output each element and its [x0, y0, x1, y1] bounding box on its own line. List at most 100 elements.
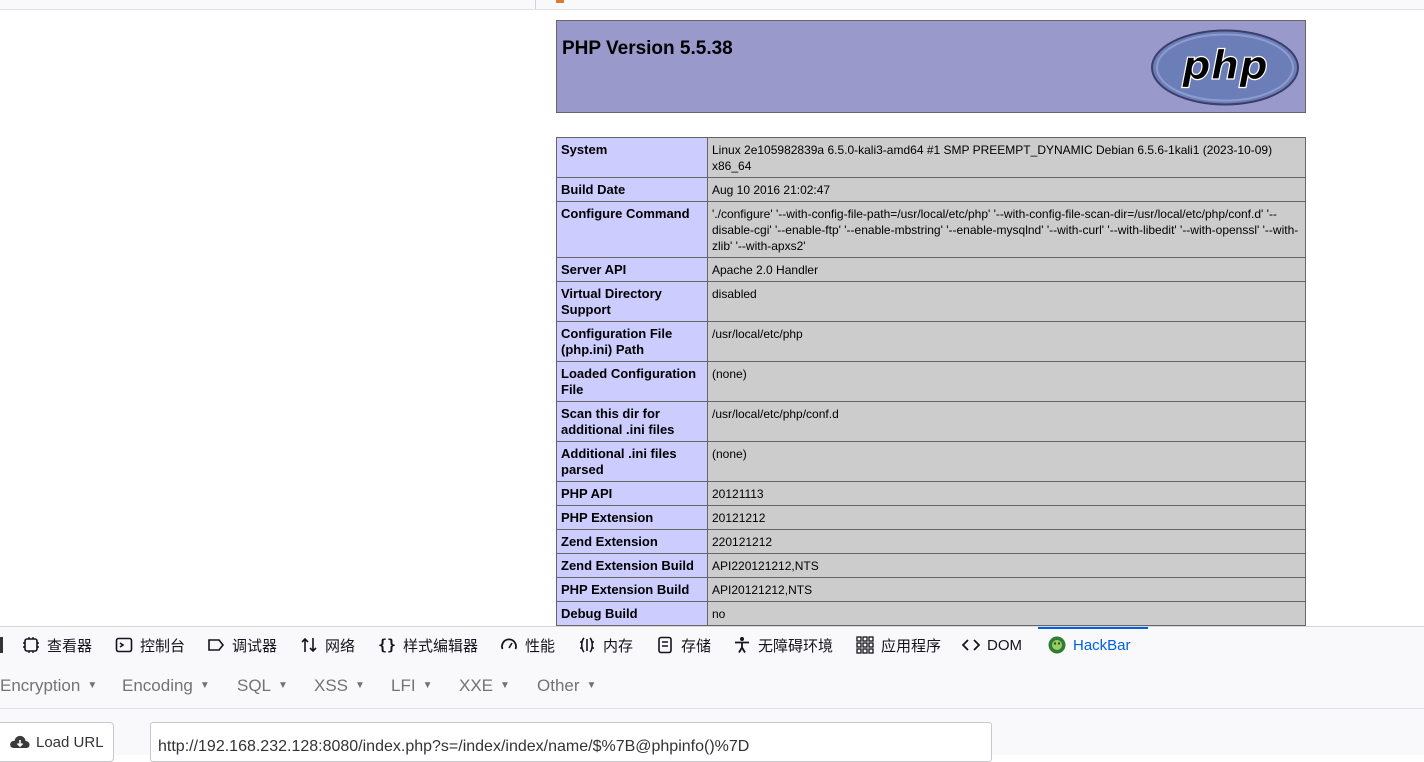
devtools-tab-label: 内存	[603, 637, 634, 655]
info-value: Aug 10 2016 21:02:47	[707, 177, 1306, 202]
info-row: PHP API 20121113	[556, 481, 1306, 506]
devtools-tab-label: 性能	[525, 637, 556, 655]
hackbar-menu-xxe[interactable]: XXE ▼	[459, 663, 510, 708]
devtools-tab-label: 调试器	[232, 637, 278, 655]
info-row: Zend Extension Build API220121212,NTS	[556, 553, 1306, 578]
hackbar-menu-lfi[interactable]: LFI ▼	[391, 663, 432, 708]
info-key: Server API	[556, 257, 708, 282]
performance-icon	[501, 638, 517, 650]
devtools-tab-bar: 查看器 控制台 调试器 网络 {} 样式编辑器 性能 内存 存储 无障碍环境 应用程序 DOM Hack…	[0, 626, 1424, 664]
hackbar-menu-xss[interactable]: XSS ▼	[314, 663, 365, 708]
php-version-title: PHP Version 5.5.38	[562, 38, 733, 59]
memory-icon	[580, 637, 594, 653]
hackbar-menu-label: LFI	[391, 675, 416, 695]
devtools-tab-8[interactable]: 存储	[656, 627, 721, 663]
devtools-tab-9[interactable]: 无障碍环境	[733, 627, 843, 663]
info-key: Configuration File (php.ini) Path	[556, 321, 708, 362]
hackbar-menu-encoding[interactable]: Encoding ▼	[122, 663, 210, 708]
console-icon	[115, 637, 133, 653]
info-value: Apache 2.0 Handler	[707, 257, 1306, 282]
devtools-tab-label: 存储	[681, 637, 712, 655]
hackbar-menu-label: Other	[537, 675, 580, 695]
info-row: Additional .ini files parsed (none)	[556, 441, 1306, 482]
info-value: API220121212,NTS	[707, 553, 1306, 578]
info-value: (none)	[707, 361, 1306, 402]
style-editor-icon: {}	[378, 636, 396, 654]
hackbar-icon	[1048, 636, 1066, 654]
info-value: API20121212,NTS	[707, 577, 1306, 602]
caret-down-icon: ▼	[500, 680, 510, 691]
devtools-tab-5[interactable]: {} 样式编辑器	[378, 627, 488, 663]
devtools-edge-marker	[0, 637, 3, 653]
info-key: PHP Extension Build	[556, 577, 708, 602]
info-key: Debug Build	[556, 601, 708, 626]
devtools-tab-label: 无障碍环境	[758, 637, 834, 655]
devtools-tab-label: 查看器	[47, 637, 93, 655]
php-info-table: System Linux 2e105982839a 6.5.0-kali3-amd…	[556, 137, 1306, 626]
hackbar-menu-label: Encoding	[122, 675, 193, 695]
info-key: Zend Extension Build	[556, 553, 708, 578]
tab-divider	[535, 0, 536, 9]
network-icon	[301, 637, 317, 653]
cloud-download-icon	[10, 735, 30, 748]
info-key: Scan this dir for additional .ini files	[556, 401, 708, 442]
info-value: /usr/local/etc/php/conf.d	[707, 401, 1306, 442]
info-row: Scan this dir for additional .ini files /…	[556, 401, 1306, 442]
info-row: Server API Apache 2.0 Handler	[556, 257, 1306, 282]
devtools-tab-10[interactable]: 应用程序	[856, 627, 951, 663]
php-logo-icon: php	[1151, 29, 1299, 106]
info-value: /usr/local/etc/php	[707, 321, 1306, 362]
info-row: Configure Command './configure' '--with-c…	[556, 201, 1306, 258]
info-row: System Linux 2e105982839a 6.5.0-kali3-amd…	[556, 137, 1306, 178]
devtools-tab-12[interactable]: HackBar	[1038, 627, 1148, 663]
info-row: Debug Build no	[556, 601, 1306, 626]
info-row: Build Date Aug 10 2016 21:02:47	[556, 177, 1306, 202]
devtools-tab-3[interactable]: 调试器	[207, 627, 287, 663]
hackbar-url-row: Load URL	[0, 709, 1424, 762]
application-icon	[856, 636, 874, 654]
info-value: 220121212	[707, 529, 1306, 554]
info-key: Configure Command	[556, 201, 708, 258]
info-value: disabled	[707, 281, 1306, 322]
hackbar-menu-bar: Encryption ▼ Encoding ▼ SQL ▼ XSS ▼ LFI ▼ XXE ▼ Othe…	[0, 663, 1424, 709]
url-input[interactable]	[150, 722, 992, 762]
devtools-tab-4[interactable]: 网络	[300, 627, 365, 663]
svg-text:{}: {}	[378, 636, 396, 654]
devtools-tab-2[interactable]: 控制台	[115, 627, 195, 663]
hackbar-menu-other[interactable]: Other ▼	[537, 663, 596, 708]
info-value: 20121212	[707, 505, 1306, 530]
caret-down-icon: ▼	[422, 680, 433, 691]
info-key: System	[556, 137, 708, 178]
devtools-tab-7[interactable]: 内存	[578, 627, 643, 663]
hackbar-menu-label: SQL	[237, 675, 272, 695]
info-row: PHP Extension Build API20121212,NTS	[556, 577, 1306, 602]
load-url-button[interactable]: Load URL	[0, 722, 114, 762]
devtools-tab-6[interactable]: 性能	[500, 627, 565, 663]
devtools-tab-label: HackBar	[1073, 636, 1131, 654]
hackbar-menu-encryption[interactable]: Encryption ▼	[0, 663, 97, 708]
hackbar-menu-label: XSS	[314, 675, 349, 695]
info-row: PHP Extension 20121212	[556, 505, 1306, 530]
page-viewport: PHP Version 5.5.38 php System Linux 2e105…	[0, 10, 1424, 626]
hackbar-menu-label: Encryption	[0, 675, 81, 695]
devtools-tab-label: 网络	[325, 637, 356, 655]
caret-down-icon: ▼	[199, 680, 210, 691]
info-row: Zend Extension 220121212	[556, 529, 1306, 554]
devtools-tab-1[interactable]: 查看器	[22, 627, 102, 663]
caret-down-icon: ▼	[278, 680, 288, 691]
devtools-tab-label: DOM	[987, 636, 1022, 654]
devtools-tab-11[interactable]: DOM	[962, 627, 1032, 663]
devtools-tab-label: 应用程序	[881, 637, 942, 655]
caret-down-icon: ▼	[355, 680, 365, 691]
info-key: Zend Extension	[556, 529, 708, 554]
php-version-header: PHP Version 5.5.38 php	[556, 20, 1306, 113]
info-key: Loaded Configuration File	[556, 361, 708, 402]
info-key: Additional .ini files parsed	[556, 441, 708, 482]
load-url-label: Load URL	[36, 733, 104, 751]
info-key: Build Date	[556, 177, 708, 202]
hackbar-menu-sql[interactable]: SQL ▼	[237, 663, 288, 708]
info-row: Virtual Directory Support disabled	[556, 281, 1306, 322]
inspector-icon	[23, 637, 39, 653]
info-value: 20121113	[707, 481, 1306, 506]
accessibility-icon	[735, 637, 749, 653]
